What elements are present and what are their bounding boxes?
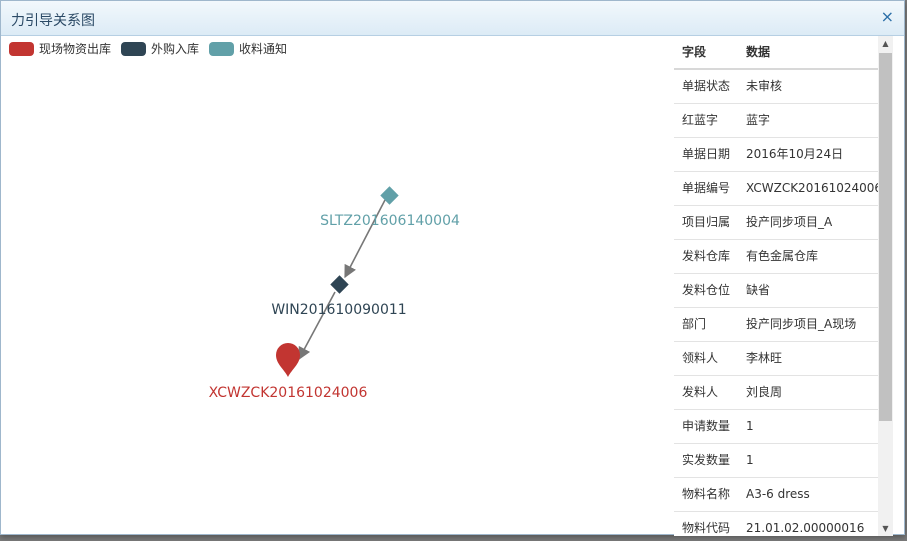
row-field: 物料名称 <box>682 487 731 501</box>
table-row: 发料仓位 缺省 <box>674 274 878 308</box>
table-row: 实发数量 1 <box>674 444 878 478</box>
row-value: 蓝字 <box>746 113 771 127</box>
table-row: 单据日期 2016年10月24日 <box>674 138 878 172</box>
header-value: 数据 <box>746 45 771 59</box>
table-row: 发料人 刘良周 <box>674 376 878 410</box>
row-field: 申请数量 <box>682 419 731 433</box>
node-diamond <box>380 186 399 205</box>
table-row: 申请数量 1 <box>674 410 878 444</box>
row-field: 实发数量 <box>682 453 731 467</box>
node-label: SLTZ201606140004 <box>320 213 460 229</box>
scroll-down-arrow-icon[interactable]: ▼ <box>878 521 893 536</box>
row-value: 刘良周 <box>746 385 783 399</box>
graph-node[interactable]: WIN201610090011 <box>271 275 407 318</box>
graph-node[interactable]: XCWZCK20161024006 <box>209 343 368 401</box>
node-label: XCWZCK20161024006 <box>209 385 368 401</box>
row-field: 单据状态 <box>682 79 731 93</box>
node-pin <box>276 343 300 377</box>
graph-node[interactable]: SLTZ201606140004 <box>320 186 460 229</box>
table-row: 物料名称 A3-6 dress <box>674 478 878 512</box>
row-value: 2016年10月24日 <box>746 147 844 161</box>
table-row: 项目归属 投产同步项目_A <box>674 206 878 240</box>
table-row: 单据状态 未审核 <box>674 70 878 104</box>
row-field: 红蓝字 <box>682 113 719 127</box>
header-field: 字段 <box>682 45 707 59</box>
table-row: 领料人 李林旺 <box>674 342 878 376</box>
row-value: 1 <box>746 453 754 467</box>
table-scrollbar[interactable]: ▲ ▼ <box>878 36 893 536</box>
node-diamond <box>330 275 349 294</box>
table-row: 红蓝字 蓝字 <box>674 104 878 138</box>
table-row: 发料仓库 有色金属仓库 <box>674 240 878 274</box>
row-value: 未审核 <box>746 79 783 93</box>
node-label: WIN201610090011 <box>271 302 406 318</box>
row-field: 领料人 <box>682 351 719 365</box>
row-value: 李林旺 <box>746 351 783 365</box>
row-field: 发料人 <box>682 385 719 399</box>
row-value: XCWZCK20161024006 <box>746 181 878 195</box>
row-field: 单据日期 <box>682 147 731 161</box>
relation-graph-dialog: 力引导关系图 × 现场物资出库 外购入库 收料通知 SLTZ2016061400… <box>0 0 905 536</box>
table-row: 单据编号 XCWZCK20161024006 <box>674 172 878 206</box>
row-value: 投产同步项目_A <box>746 215 833 229</box>
row-field: 发料仓库 <box>682 249 731 263</box>
scroll-thumb[interactable] <box>879 53 892 421</box>
close-icon[interactable]: × <box>881 8 894 26</box>
row-field: 部门 <box>682 317 707 331</box>
graph-edge <box>344 199 386 279</box>
detail-table: 字段 数据 单据状态 未审核 红蓝字 蓝字 单据日期 2016年10月24日 单… <box>674 36 878 536</box>
force-graph[interactable]: SLTZ201606140004 WIN201610090011 XCWZCK2… <box>1 35 671 535</box>
row-value: 1 <box>746 419 754 433</box>
row-value: A3-6 dress <box>746 487 810 501</box>
dialog-title: 力引导关系图 <box>11 13 95 29</box>
row-field: 发料仓位 <box>682 283 731 297</box>
row-value: 投产同步项目_A现场 <box>746 317 857 331</box>
row-field: 项目归属 <box>682 215 731 229</box>
row-field: 单据编号 <box>682 181 731 195</box>
row-field: 物料代码 <box>682 521 731 535</box>
table-header: 字段 数据 <box>674 36 878 70</box>
table-row: 物料代码 21.01.02.00000016 <box>674 512 878 536</box>
table-row: 部门 投产同步项目_A现场 <box>674 308 878 342</box>
row-value: 21.01.02.00000016 <box>746 521 865 535</box>
scroll-up-arrow-icon[interactable]: ▲ <box>878 36 893 51</box>
dialog-titlebar: 力引导关系图 × <box>1 1 904 36</box>
row-value: 缺省 <box>746 283 771 297</box>
row-value: 有色金属仓库 <box>746 249 819 263</box>
